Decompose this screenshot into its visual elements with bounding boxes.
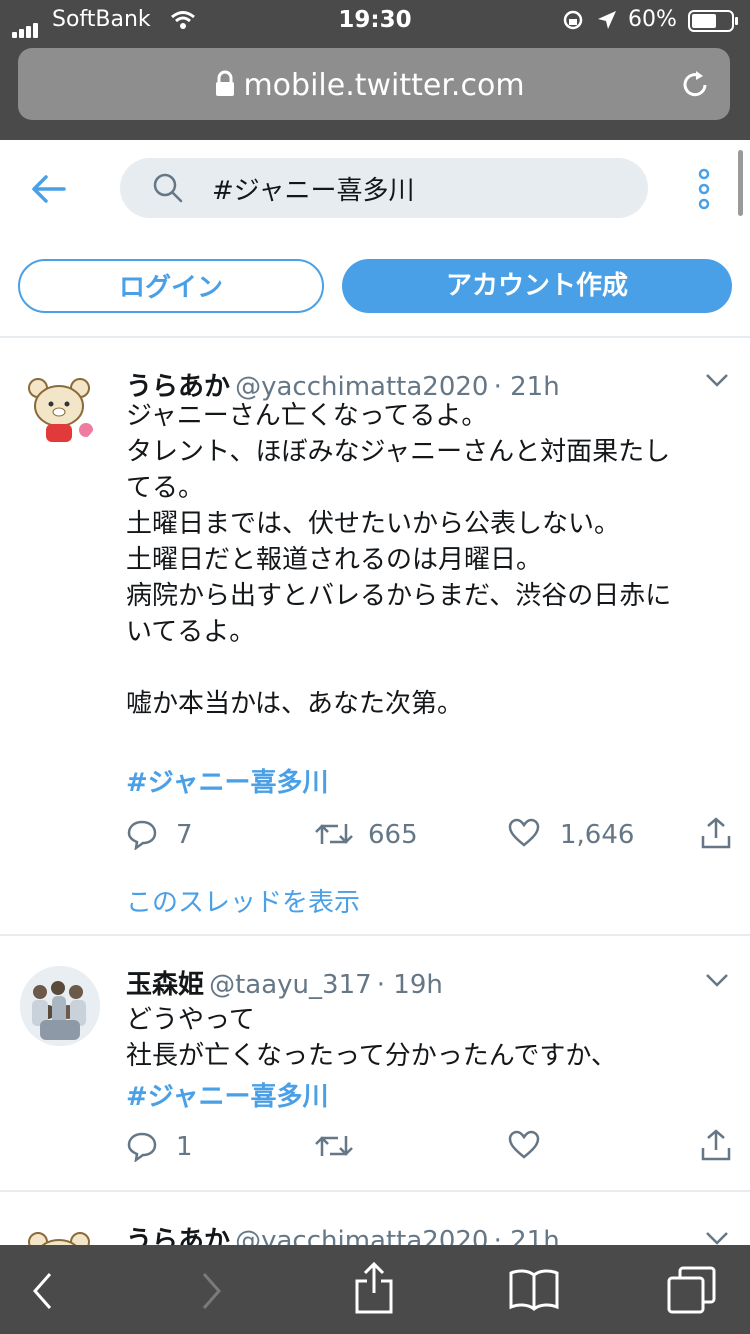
back-arrow-icon[interactable] <box>30 174 66 204</box>
share-icon[interactable] <box>700 816 732 850</box>
hashtag-link[interactable]: #ジャニー喜多川 <box>126 762 329 799</box>
like-icon[interactable] <box>508 818 540 848</box>
timestamp[interactable]: · 21h <box>494 1226 560 1245</box>
reload-icon[interactable] <box>678 68 712 102</box>
tweet-header: 玉森姫 @taayu_317 · 19h <box>126 964 443 1001</box>
display-name[interactable]: うらあか <box>126 1226 230 1245</box>
tweet[interactable]: うらあか @yacchimatta2020 · 21h <box>0 1192 750 1245</box>
chevron-down-icon[interactable] <box>704 972 730 988</box>
browser-toolbar <box>0 1245 750 1334</box>
scrollbar[interactable] <box>738 150 743 216</box>
retweet-icon[interactable] <box>314 1130 354 1162</box>
avatar[interactable] <box>20 1222 100 1245</box>
address-bar[interactable]: mobile.twitter.com <box>18 48 730 120</box>
search-query: #ジャニー喜多川 <box>212 176 415 206</box>
reply-icon[interactable] <box>126 1130 158 1162</box>
share-icon[interactable] <box>700 1128 732 1162</box>
bookmarks-icon[interactable] <box>508 1267 560 1311</box>
retweet-icon[interactable] <box>314 818 354 850</box>
url-text: mobile.twitter.com <box>243 68 525 103</box>
show-thread-link[interactable]: このスレッドを表示 <box>126 882 360 919</box>
twitter-header: #ジャニー喜多川 ログイン アカウント作成 <box>0 140 750 338</box>
tweet-header: うらあか @yacchimatta2020 · 21h <box>126 1220 560 1245</box>
display-name[interactable]: 玉森姫 <box>126 970 204 1000</box>
timestamp[interactable]: · 19h <box>377 970 443 1000</box>
back-icon[interactable] <box>30 1271 56 1311</box>
search-input[interactable]: #ジャニー喜多川 <box>120 158 648 218</box>
hashtag-link[interactable]: #ジャニー喜多川 <box>126 1076 329 1113</box>
reply-count: 1 <box>176 1132 193 1162</box>
reply-count: 7 <box>176 820 193 850</box>
more-options-icon[interactable] <box>694 168 714 210</box>
tweet-text: どうやって 社長が亡くなったって分かったんですか、 <box>126 1005 617 1071</box>
like-icon[interactable] <box>508 1130 540 1160</box>
rotation-lock-icon <box>563 10 583 30</box>
tweet[interactable]: 玉森姫 @taayu_317 · 19h どうやって 社長が亡くなったって分かっ… <box>0 936 750 1190</box>
battery-icon <box>688 10 738 32</box>
status-bar: SoftBank 19:30 60% <box>0 0 750 42</box>
tweet-text: ジャニーさん亡くなってるよ。 タレント、ほぼみなジャニーさんと対面果たし てる。… <box>126 401 672 719</box>
browser-chrome: SoftBank 19:30 60% mobile.twitter.com <box>0 0 750 140</box>
chevron-down-icon[interactable] <box>704 372 730 388</box>
reply-icon[interactable] <box>126 818 158 850</box>
retweet-count: 665 <box>368 820 418 850</box>
username[interactable]: @taayu_317 <box>209 970 372 1000</box>
login-button[interactable]: ログイン <box>18 259 324 313</box>
location-icon <box>598 11 616 29</box>
username[interactable]: @yacchimatta2020 <box>235 1226 488 1245</box>
signup-button[interactable]: アカウント作成 <box>342 259 732 313</box>
search-icon <box>153 173 183 203</box>
bear-avatar-icon <box>28 378 93 442</box>
like-count: 1,646 <box>560 820 635 850</box>
avatar[interactable] <box>20 966 100 1046</box>
tweet[interactable]: うらあか @yacchimatta2020 · 21h ジャニーさん亡くなってる… <box>0 338 750 934</box>
bear-avatar-icon <box>28 1232 90 1245</box>
tabs-icon[interactable] <box>666 1265 718 1315</box>
battery-percent: 60% <box>628 7 677 32</box>
avatar[interactable] <box>20 368 100 448</box>
share-sheet-icon[interactable] <box>354 1261 394 1315</box>
chevron-down-icon[interactable] <box>704 1230 730 1245</box>
group-photo-avatar-icon <box>20 966 100 1046</box>
forward-icon[interactable] <box>198 1271 224 1311</box>
